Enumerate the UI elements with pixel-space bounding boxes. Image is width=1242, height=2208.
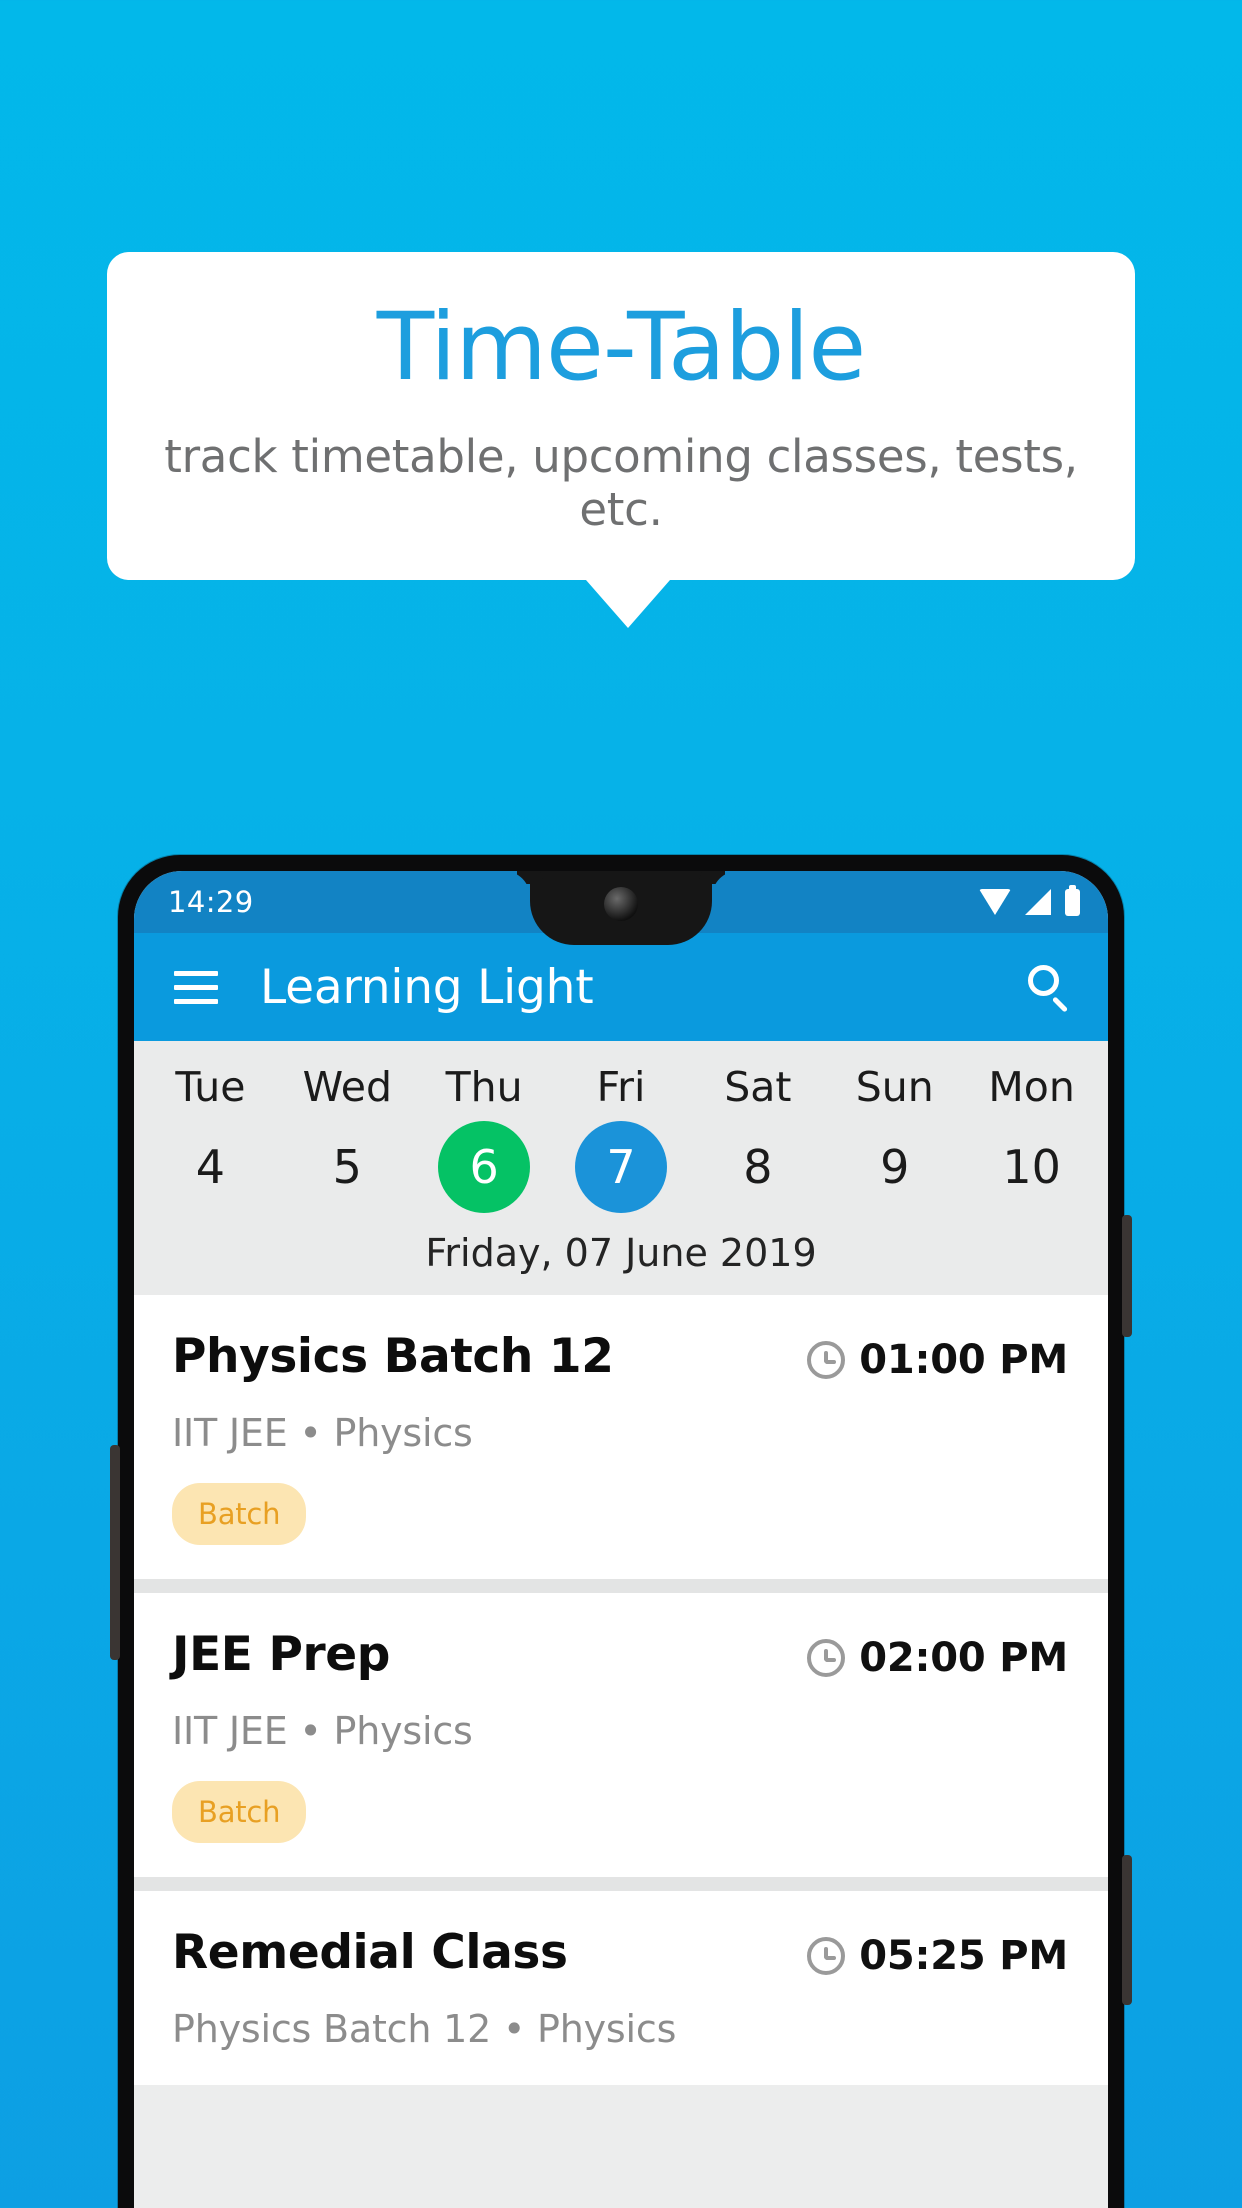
event-time: 01:00 PM: [859, 1337, 1068, 1383]
event-subtitle: IIT JEE • Physics: [172, 1411, 473, 1455]
date-cell-wed[interactable]: 5: [279, 1121, 416, 1213]
date-cell-tue[interactable]: 4: [142, 1121, 279, 1213]
hamburger-menu-icon[interactable]: [174, 970, 218, 1004]
phone-mockup: 14:29 Learning Light Tue Wed Thu Fri Sat…: [110, 855, 1132, 2208]
phone-screen: 14:29 Learning Light Tue Wed Thu Fri Sat…: [134, 871, 1108, 2208]
event-card-header: Physics Batch 12 01:00 PM: [172, 1331, 1068, 1383]
event-time: 05:25 PM: [859, 1933, 1068, 1979]
event-time: 02:00 PM: [859, 1635, 1068, 1681]
promo-subtitle: track timetable, upcoming classes, tests…: [164, 429, 1078, 536]
phone-volume-button[interactable]: [1122, 1855, 1132, 2005]
date-cell-sun[interactable]: 9: [826, 1121, 963, 1213]
phone-power-button[interactable]: [1122, 1215, 1132, 1337]
selected-full-date: Friday, 07 June 2019: [425, 1231, 817, 1275]
signal-icon: [1025, 889, 1051, 915]
wifi-icon: [979, 889, 1011, 915]
day-of-week-label: Mon: [988, 1063, 1075, 1111]
selected-date-badge[interactable]: 7: [575, 1121, 667, 1213]
event-time-group: 01:00 PM: [807, 1331, 1068, 1383]
clock-icon: [807, 1937, 846, 1975]
app-title: Learning Light: [260, 959, 594, 1015]
date-cell-sat[interactable]: 8: [689, 1121, 826, 1213]
status-bar-clock: 14:29: [168, 885, 254, 919]
promo-card: Time-Table track timetable, upcoming cla…: [107, 252, 1135, 580]
day-of-week-row: Tue Wed Thu Fri Sat Sun Mon: [134, 1055, 1108, 1115]
event-title: JEE Prep: [172, 1627, 391, 1682]
day-number-row: 4 5 6 7 8 9 10: [134, 1115, 1108, 1213]
battery-icon: [1065, 884, 1080, 916]
phone-notch: [530, 871, 712, 945]
day-of-week-label: Fri: [596, 1063, 646, 1111]
status-bar: 14:29: [134, 871, 1108, 945]
event-card-header: JEE Prep 02:00 PM: [172, 1629, 1068, 1681]
search-icon[interactable]: [1026, 963, 1074, 1013]
promo-tail: [586, 579, 670, 628]
event-subtitle: Physics Batch 12 • Physics: [172, 2007, 677, 2051]
event-card[interactable]: Physics Batch 12 01:00 PM IIT JEE • Phys…: [134, 1295, 1108, 1579]
clock-icon: [807, 1639, 846, 1677]
phone-side-button-left[interactable]: [110, 1445, 120, 1660]
front-camera-icon: [604, 887, 638, 921]
day-of-week-label: Wed: [302, 1063, 392, 1111]
event-type-badge: Batch: [172, 1483, 307, 1545]
event-subtitle: IIT JEE • Physics: [172, 1709, 473, 1753]
promo-title: Time-Table: [376, 293, 866, 402]
event-time-group: 02:00 PM: [807, 1629, 1068, 1681]
date-cell-mon[interactable]: 10: [963, 1121, 1100, 1213]
event-list: Physics Batch 12 01:00 PM IIT JEE • Phys…: [134, 1295, 1108, 2085]
clock-icon: [807, 1341, 846, 1379]
event-type-badge: Batch: [172, 1781, 307, 1843]
today-badge[interactable]: 6: [438, 1121, 531, 1213]
date-strip: Tue Wed Thu Fri Sat Sun Mon 4 5 6 7 8 9 …: [134, 1041, 1108, 1295]
event-time-group: 05:25 PM: [807, 1927, 1068, 1979]
event-title: Physics Batch 12: [172, 1329, 614, 1384]
event-card-header: Remedial Class 05:25 PM: [172, 1927, 1068, 1979]
event-card[interactable]: Remedial Class 05:25 PM Physics Batch 12…: [134, 1891, 1108, 2085]
app-bar: Learning Light: [134, 933, 1108, 1041]
day-of-week-label: Sat: [724, 1063, 792, 1111]
day-of-week-label: Sun: [855, 1063, 934, 1111]
day-of-week-label: Tue: [175, 1063, 246, 1111]
event-card[interactable]: JEE Prep 02:00 PM IIT JEE • Physics Batc…: [134, 1593, 1108, 1877]
date-cell-fri[interactable]: 7: [553, 1121, 690, 1213]
date-cell-thu[interactable]: 6: [416, 1121, 553, 1213]
event-title: Remedial Class: [172, 1925, 568, 1980]
status-bar-icons: [979, 884, 1080, 916]
day-of-week-label: Thu: [445, 1063, 523, 1111]
promo-callout: Time-Table track timetable, upcoming cla…: [0, 252, 1242, 628]
